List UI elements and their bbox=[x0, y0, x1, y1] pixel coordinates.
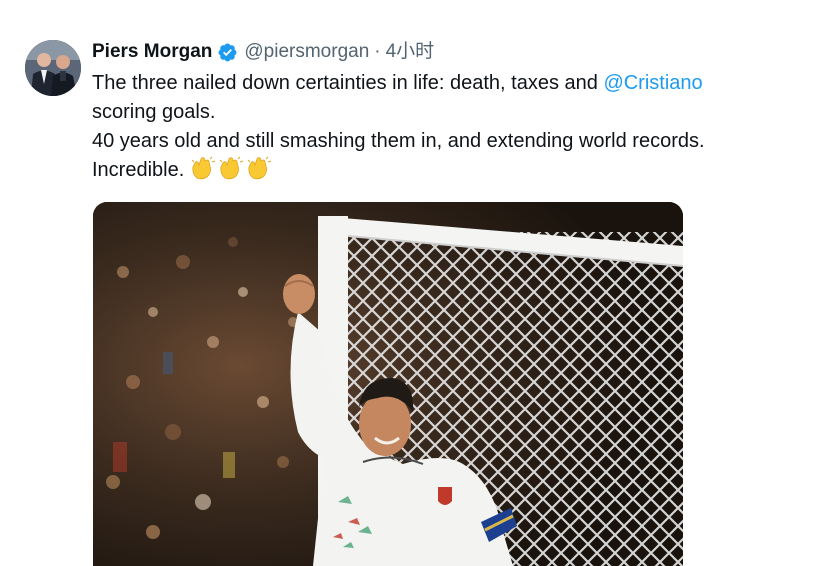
tweet-text: The three nailed down certainties in lif… bbox=[92, 69, 772, 185]
tweet-timestamp[interactable]: 4小时 bbox=[386, 38, 435, 66]
tweet-text-line2: 40 years old and still smashing them in,… bbox=[92, 130, 705, 152]
clapping-hands-icon bbox=[218, 156, 244, 180]
author-display-name[interactable]: Piers Morgan bbox=[92, 38, 212, 66]
mention-link[interactable]: @Cristiano bbox=[603, 72, 702, 94]
clapping-hands-icon bbox=[246, 156, 272, 180]
avatar[interactable] bbox=[25, 40, 81, 96]
tweet-text-line3: Incredible. bbox=[92, 159, 190, 181]
tweet-header: Piers Morgan @piersmorgan · 4小时 bbox=[92, 38, 792, 66]
tweet-media-photo[interactable] bbox=[93, 202, 683, 566]
photo-footballer-celebrating bbox=[93, 202, 683, 566]
author-handle[interactable]: @piersmorgan bbox=[244, 38, 369, 66]
header-separator: · bbox=[374, 41, 381, 62]
tweet-content: Piers Morgan @piersmorgan · 4小时 The thre… bbox=[92, 38, 792, 185]
clapping-hands-icon bbox=[190, 156, 216, 180]
tweet-card[interactable]: Piers Morgan @piersmorgan · 4小时 The thre… bbox=[0, 0, 813, 566]
avatar-photo bbox=[25, 40, 81, 96]
tweet-text-line1-prefix: The three nailed down certainties in lif… bbox=[92, 72, 604, 94]
verified-badge-icon bbox=[217, 42, 238, 63]
tweet-text-line1-suffix: scoring goals. bbox=[92, 101, 216, 123]
